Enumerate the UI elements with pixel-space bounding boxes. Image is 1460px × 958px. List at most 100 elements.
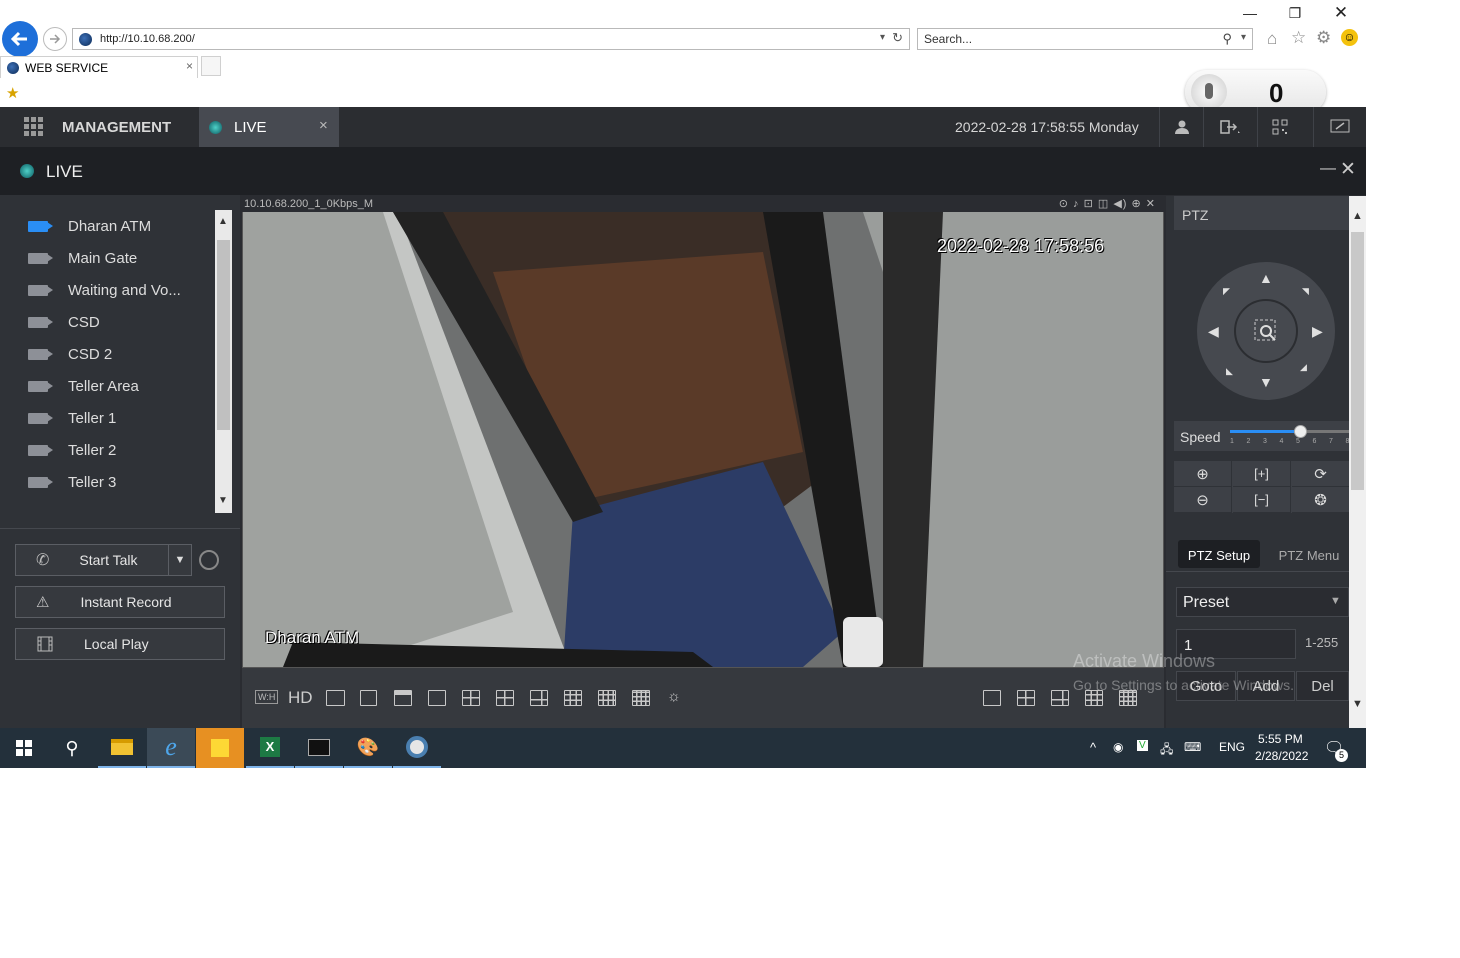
file-explorer-icon[interactable] <box>98 728 146 768</box>
forward-button[interactable] <box>43 27 67 51</box>
windows-start-icon[interactable] <box>0 728 48 768</box>
focus-near-icon[interactable]: [+] <box>1233 461 1291 487</box>
paint-icon[interactable]: 🎨 <box>344 728 392 768</box>
restore-button[interactable]: ❐ <box>1285 5 1305 22</box>
camera-app-icon[interactable] <box>393 728 441 768</box>
search-icon[interactable]: ⚲ <box>48 728 96 768</box>
list-item[interactable]: Dharan ATM <box>28 210 151 242</box>
settings-sun-icon[interactable]: ☼ <box>667 688 681 705</box>
qr-code-icon[interactable] <box>1257 107 1301 147</box>
layout-9-icon[interactable] <box>564 690 582 706</box>
aperture-icon[interactable]: ❂ <box>1292 487 1350 513</box>
keyboard-icon[interactable]: ⌨ <box>1184 740 1201 754</box>
talk-dropdown-button[interactable]: ▼ <box>168 544 192 576</box>
fit-screen-icon[interactable] <box>360 690 377 706</box>
minimize-button[interactable]: — <box>1240 5 1260 21</box>
minimize-panel-icon[interactable]: — <box>1320 160 1336 178</box>
layout-8-icon[interactable] <box>530 690 548 706</box>
close-panel-icon[interactable]: ✕ <box>1340 158 1356 181</box>
ptz-left-button[interactable]: ◀ <box>1208 323 1219 340</box>
speed-slider-handle[interactable] <box>1294 425 1307 438</box>
aspect-ratio-button[interactable]: W:H <box>255 690 279 704</box>
dropdown-icon[interactable]: ▾ <box>880 32 885 43</box>
clock-time[interactable]: 5:55 PM <box>1258 732 1303 746</box>
split-1-icon[interactable] <box>983 690 1001 706</box>
user-icon[interactable] <box>1159 107 1203 147</box>
browser-tab[interactable]: WEB SERVICE × <box>0 56 198 78</box>
back-button[interactable] <box>2 21 38 57</box>
apps-grid-icon[interactable] <box>24 117 43 136</box>
device-list-scrollbar[interactable]: ▲ ▼ <box>215 210 232 513</box>
layout-4-icon[interactable] <box>462 690 480 706</box>
split-6-icon[interactable] <box>1051 690 1069 706</box>
list-item[interactable]: Waiting and Vo... <box>28 274 181 306</box>
gear-icon[interactable]: ⚙ <box>1316 28 1331 48</box>
network-icon[interactable]: 🖧 <box>1160 740 1173 761</box>
close-tab-icon[interactable]: × <box>186 59 193 73</box>
window-mode-icon[interactable] <box>394 690 412 706</box>
tray-expand-icon[interactable]: ^ <box>1090 740 1096 755</box>
ptz-right-button[interactable]: ▶ <box>1312 323 1323 340</box>
new-tab-button[interactable] <box>201 56 221 76</box>
close-window-button[interactable]: ✕ <box>1331 3 1351 23</box>
list-item[interactable]: Teller 1 <box>28 402 116 434</box>
tray-vc-icon[interactable]: V <box>1137 740 1148 751</box>
preset-select[interactable]: Preset ▼ <box>1176 587 1349 617</box>
sticky-notes-icon[interactable] <box>196 728 244 768</box>
layout-6-icon[interactable] <box>496 690 514 706</box>
terminal-icon[interactable] <box>295 728 343 768</box>
ptz-downright-button[interactable]: ◢ <box>1300 362 1307 373</box>
internet-explorer-icon[interactable]: e <box>147 728 195 768</box>
excel-icon[interactable]: X <box>246 728 294 768</box>
tray-app-icon[interactable]: ◉ <box>1113 740 1123 754</box>
hd-button[interactable]: HD <box>288 688 313 708</box>
ptz-down-button[interactable]: ▼ <box>1259 374 1273 390</box>
smiley-icon[interactable]: ☺ <box>1341 29 1358 46</box>
layout-16-icon[interactable] <box>632 690 650 706</box>
video-controls-icons[interactable]: ⊙ ♪ ⊡ ◫ ◀) ⊕ ✕ <box>1059 196 1156 212</box>
layout-13-icon[interactable] <box>598 690 616 706</box>
home-icon[interactable]: ⌂ <box>1267 29 1277 49</box>
zoom-out-icon[interactable]: ⊖ <box>1174 487 1232 513</box>
ptz-downleft-button[interactable]: ◣ <box>1226 366 1233 377</box>
list-item[interactable]: Teller 2 <box>28 434 116 466</box>
focus-far-icon[interactable]: [−] <box>1233 487 1291 513</box>
layout-1-icon[interactable] <box>428 690 446 706</box>
search-dropdown-icon[interactable]: ▾ <box>1241 32 1246 43</box>
list-item[interactable]: Teller Area <box>28 370 139 402</box>
local-play-button[interactable]: Local Play <box>15 628 225 660</box>
logout-icon[interactable] <box>1203 107 1255 147</box>
ptz-up-button[interactable]: ▲ <box>1259 270 1273 286</box>
talk-status-icon[interactable] <box>199 550 219 570</box>
zoom-in-icon[interactable]: ⊕ <box>1174 461 1232 487</box>
search-input[interactable]: Search... ⚲ ▾ <box>917 28 1253 50</box>
ptz-upright-button[interactable]: ◥ <box>1302 286 1309 297</box>
management-link[interactable]: MANAGEMENT <box>62 119 171 136</box>
start-talk-button[interactable]: ✆ Start Talk <box>15 544 192 576</box>
ptz-center[interactable] <box>1234 299 1298 363</box>
instant-record-button[interactable]: ⚠ Instant Record <box>15 586 225 618</box>
split-4-icon[interactable] <box>1017 690 1035 706</box>
clock-date[interactable]: 2/28/2022 <box>1255 749 1308 763</box>
refresh-icon[interactable]: ↻ <box>892 30 903 46</box>
ptz-scrollbar[interactable]: ▲ ▼ <box>1349 196 1366 728</box>
list-item[interactable]: Main Gate <box>28 242 137 274</box>
tab-ptz-setup[interactable]: PTZ Setup <box>1178 540 1260 568</box>
address-bar[interactable]: http://10.10.68.200/ ▾ ↻ <box>72 28 910 50</box>
del-button[interactable]: Del <box>1296 671 1349 701</box>
search-icon[interactable]: ⚲ <box>1222 31 1232 47</box>
no-video-icon[interactable] <box>326 690 345 706</box>
list-item[interactable]: Teller 3 <box>28 466 116 498</box>
ptz-upleft-button[interactable]: ◤ <box>1223 286 1230 297</box>
tab-live[interactable]: LIVE × <box>199 107 339 147</box>
close-live-tab-icon[interactable]: × <box>319 117 328 134</box>
favorites-star-icon[interactable]: ☆ <box>1291 28 1306 48</box>
language-indicator[interactable]: ENG <box>1219 740 1245 754</box>
list-item[interactable]: CSD <box>28 306 100 338</box>
fullscreen-icon[interactable] <box>1313 107 1366 147</box>
add-favorite-icon[interactable]: ★ <box>6 84 19 102</box>
iris-rotate-icon[interactable]: ⟳ <box>1292 461 1350 487</box>
tab-ptz-menu[interactable]: PTZ Menu <box>1269 540 1349 568</box>
speed-track[interactable] <box>1230 425 1349 438</box>
list-item[interactable]: CSD 2 <box>28 338 112 370</box>
